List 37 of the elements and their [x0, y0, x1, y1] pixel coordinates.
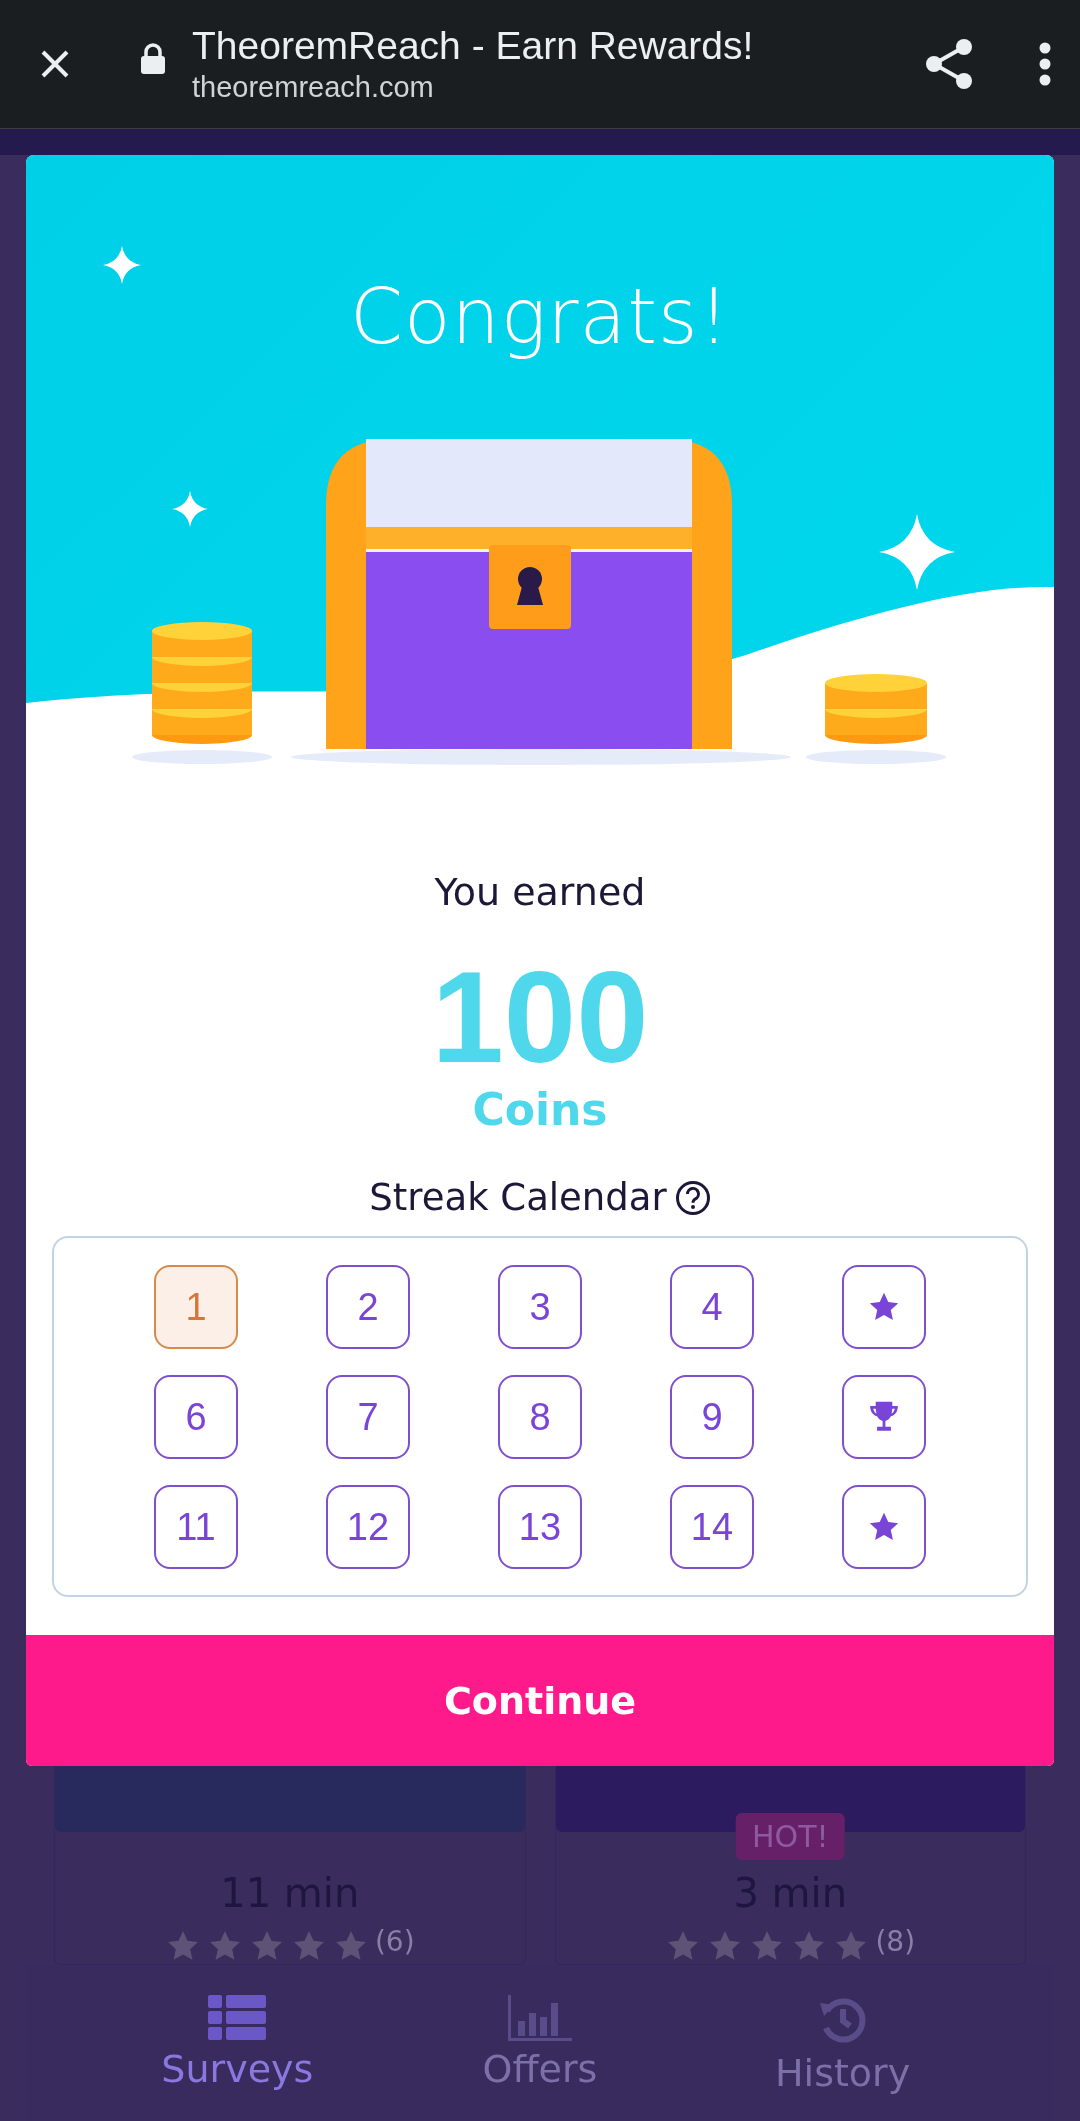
calendar-day: 3 — [498, 1265, 582, 1349]
calendar-day: 12 — [326, 1485, 410, 1569]
page-url: theoremreach.com — [192, 70, 435, 105]
calendar-day: 14 — [670, 1485, 754, 1569]
rating-count: (8) — [875, 1924, 916, 1958]
nav-tab[interactable]: History — [732, 1965, 953, 2121]
calendar-day: 4 — [670, 1265, 754, 1349]
rating-count: (6) — [374, 1924, 415, 1958]
nav-tab[interactable]: Offers — [430, 1965, 650, 2121]
calendar-day: 13 — [498, 1485, 582, 1569]
close-icon[interactable] — [40, 49, 70, 79]
calendar-day: 6 — [154, 1375, 238, 1459]
coin-amount: 100 — [431, 952, 649, 1082]
history-icon — [817, 1995, 868, 2045]
calendar-title: Streak Calendar — [369, 1175, 667, 1221]
calendar-day: 8 — [498, 1375, 582, 1459]
hot-badge: HOT! — [736, 1813, 845, 1860]
list-icon — [208, 1995, 267, 2041]
congrats-heading: Congrats! — [350, 271, 730, 362]
earned-label: You earned — [434, 869, 646, 916]
bar-chart-icon — [508, 1995, 572, 2041]
sparkle-icon — [103, 246, 141, 284]
calendar-day: 11 — [154, 1485, 238, 1569]
sparkle-icon — [172, 491, 208, 527]
share-icon[interactable] — [924, 38, 974, 90]
sparkle-icon — [879, 514, 955, 590]
more-icon[interactable] — [1038, 42, 1052, 86]
continue-button[interactable]: Continue — [26, 1635, 1054, 1766]
page-title: TheoremReach - Earn Rewards! — [192, 23, 755, 69]
calendar-day: 9 — [670, 1375, 754, 1459]
calendar-day: 2 — [326, 1265, 410, 1349]
coin-unit: Coins — [472, 1083, 608, 1137]
help-icon[interactable] — [674, 1180, 711, 1216]
nav-tab[interactable]: Surveys — [127, 1965, 348, 2121]
calendar-day: 7 — [326, 1375, 410, 1459]
calendar-day: 1 — [154, 1265, 238, 1349]
lock-icon — [140, 43, 166, 75]
